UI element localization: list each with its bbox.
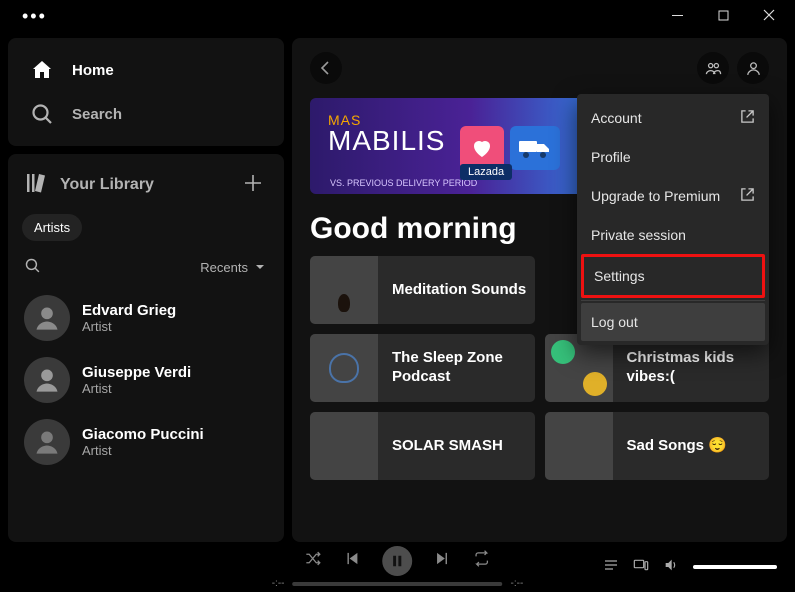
user-menu-button[interactable] [737,52,769,84]
time-elapsed: -:-- [272,578,285,589]
shuffle-icon [305,550,322,567]
banner-line2: MABILIS [328,128,445,153]
menu-settings[interactable]: Settings [581,254,765,298]
volume-icon [663,557,679,573]
filter-chip-artists[interactable]: Artists [22,214,82,241]
shuffle-button[interactable] [305,550,322,572]
library-add-button[interactable] [238,170,268,200]
library-item-sub: Artist [82,319,176,334]
library-sort-button[interactable]: Recents [200,260,266,275]
player-bar: -:-- -:-- [0,542,795,592]
previous-button[interactable] [344,550,361,572]
shortcut-card[interactable]: SOLAR SMASH [310,412,535,480]
user-icon [745,60,762,77]
skip-back-icon [344,550,361,567]
menu-label: Log out [591,314,638,330]
card-thumb [545,412,613,480]
repeat-button[interactable] [474,550,491,572]
library-icon [24,171,48,200]
play-pause-button[interactable] [383,546,413,576]
menu-logout[interactable]: Log out [581,303,765,341]
queue-button[interactable] [603,557,619,578]
home-icon [30,58,54,82]
library-item-sub: Artist [82,443,204,458]
menu-label: Account [591,110,642,126]
card-label: SOLAR SMASH [392,437,511,456]
volume-slider[interactable] [693,565,777,569]
artist-avatar [24,357,70,403]
menu-label: Profile [591,149,631,165]
card-thumb [310,256,378,324]
menu-separator [581,300,765,301]
artist-avatar [24,295,70,341]
card-label: Sad Songs 😌 [627,437,735,456]
library-item-name: Giacomo Puccini [82,426,204,443]
window-maximize[interactable] [711,9,735,24]
search-icon [30,102,54,126]
main-view: MAS MABILIS VS. PREVIOUS DELIVERY PERIOD… [292,38,787,542]
pause-icon [391,554,405,568]
devices-button[interactable] [633,557,649,578]
friends-icon [705,60,722,77]
shortcut-card[interactable]: The Sleep Zone Podcast [310,334,535,402]
library-sort-label: Recents [200,260,248,275]
library-item[interactable]: Giuseppe Verdi Artist [20,353,272,407]
library-item-sub: Artist [82,381,191,396]
library-title: Your Library [60,176,154,194]
external-link-icon [740,109,755,127]
banner-sub: VS. PREVIOUS DELIVERY PERIOD [330,178,477,188]
card-label: Meditation Sounds [392,281,534,300]
card-thumb [310,412,378,480]
devices-icon [633,557,649,573]
library-panel: Your Library Artists Recents [8,154,284,542]
progress-bar[interactable] [293,582,503,586]
nav-search[interactable]: Search [18,92,274,136]
chevron-left-icon [318,60,334,76]
menu-label: Private session [591,227,686,243]
library-item[interactable]: Giacomo Puccini Artist [20,415,272,469]
sidebar: Home Search Your Library [8,38,284,542]
nav-home-label: Home [72,62,114,79]
shortcut-card[interactable]: Meditation Sounds [310,256,535,324]
titlebar: ••• [0,0,795,32]
window-close[interactable] [757,9,781,24]
library-item[interactable]: Edvard Grieg Artist [20,291,272,345]
truck-icon [510,126,560,170]
menu-profile[interactable]: Profile [581,138,765,176]
banner-brand: Lazada [460,164,512,180]
back-button[interactable] [310,52,342,84]
skip-forward-icon [435,550,452,567]
queue-icon [603,557,619,573]
shortcut-card[interactable]: Sad Songs 😌 [545,412,770,480]
library-item-name: Edvard Grieg [82,302,176,319]
friends-activity-button[interactable] [697,52,729,84]
chevron-down-icon [254,261,266,273]
volume-button[interactable] [663,557,679,578]
menu-account[interactable]: Account [581,98,765,138]
nav-panel: Home Search [8,38,284,146]
next-button[interactable] [435,550,452,572]
external-link-icon [740,187,755,205]
menu-label: Settings [594,268,645,284]
menu-private-session[interactable]: Private session [581,216,765,254]
menu-label: Upgrade to Premium [591,188,720,204]
user-dropdown: Account Profile Upgrade to Premium Priva… [577,94,769,345]
library-search-button[interactable] [24,257,41,277]
library-header[interactable]: Your Library [24,171,154,200]
time-total: -:-- [511,578,524,589]
app-menu-dots[interactable]: ••• [8,6,47,27]
nav-home[interactable]: Home [18,48,274,92]
nav-search-label: Search [72,106,122,123]
repeat-icon [474,550,491,567]
library-item-name: Giuseppe Verdi [82,364,191,381]
card-thumb [310,334,378,402]
window-minimize[interactable] [665,9,689,24]
artist-avatar [24,419,70,465]
menu-upgrade[interactable]: Upgrade to Premium [581,176,765,216]
card-label: The Sleep Zone Podcast [392,349,535,387]
card-label: Christmas kids vibes:( [627,349,770,387]
